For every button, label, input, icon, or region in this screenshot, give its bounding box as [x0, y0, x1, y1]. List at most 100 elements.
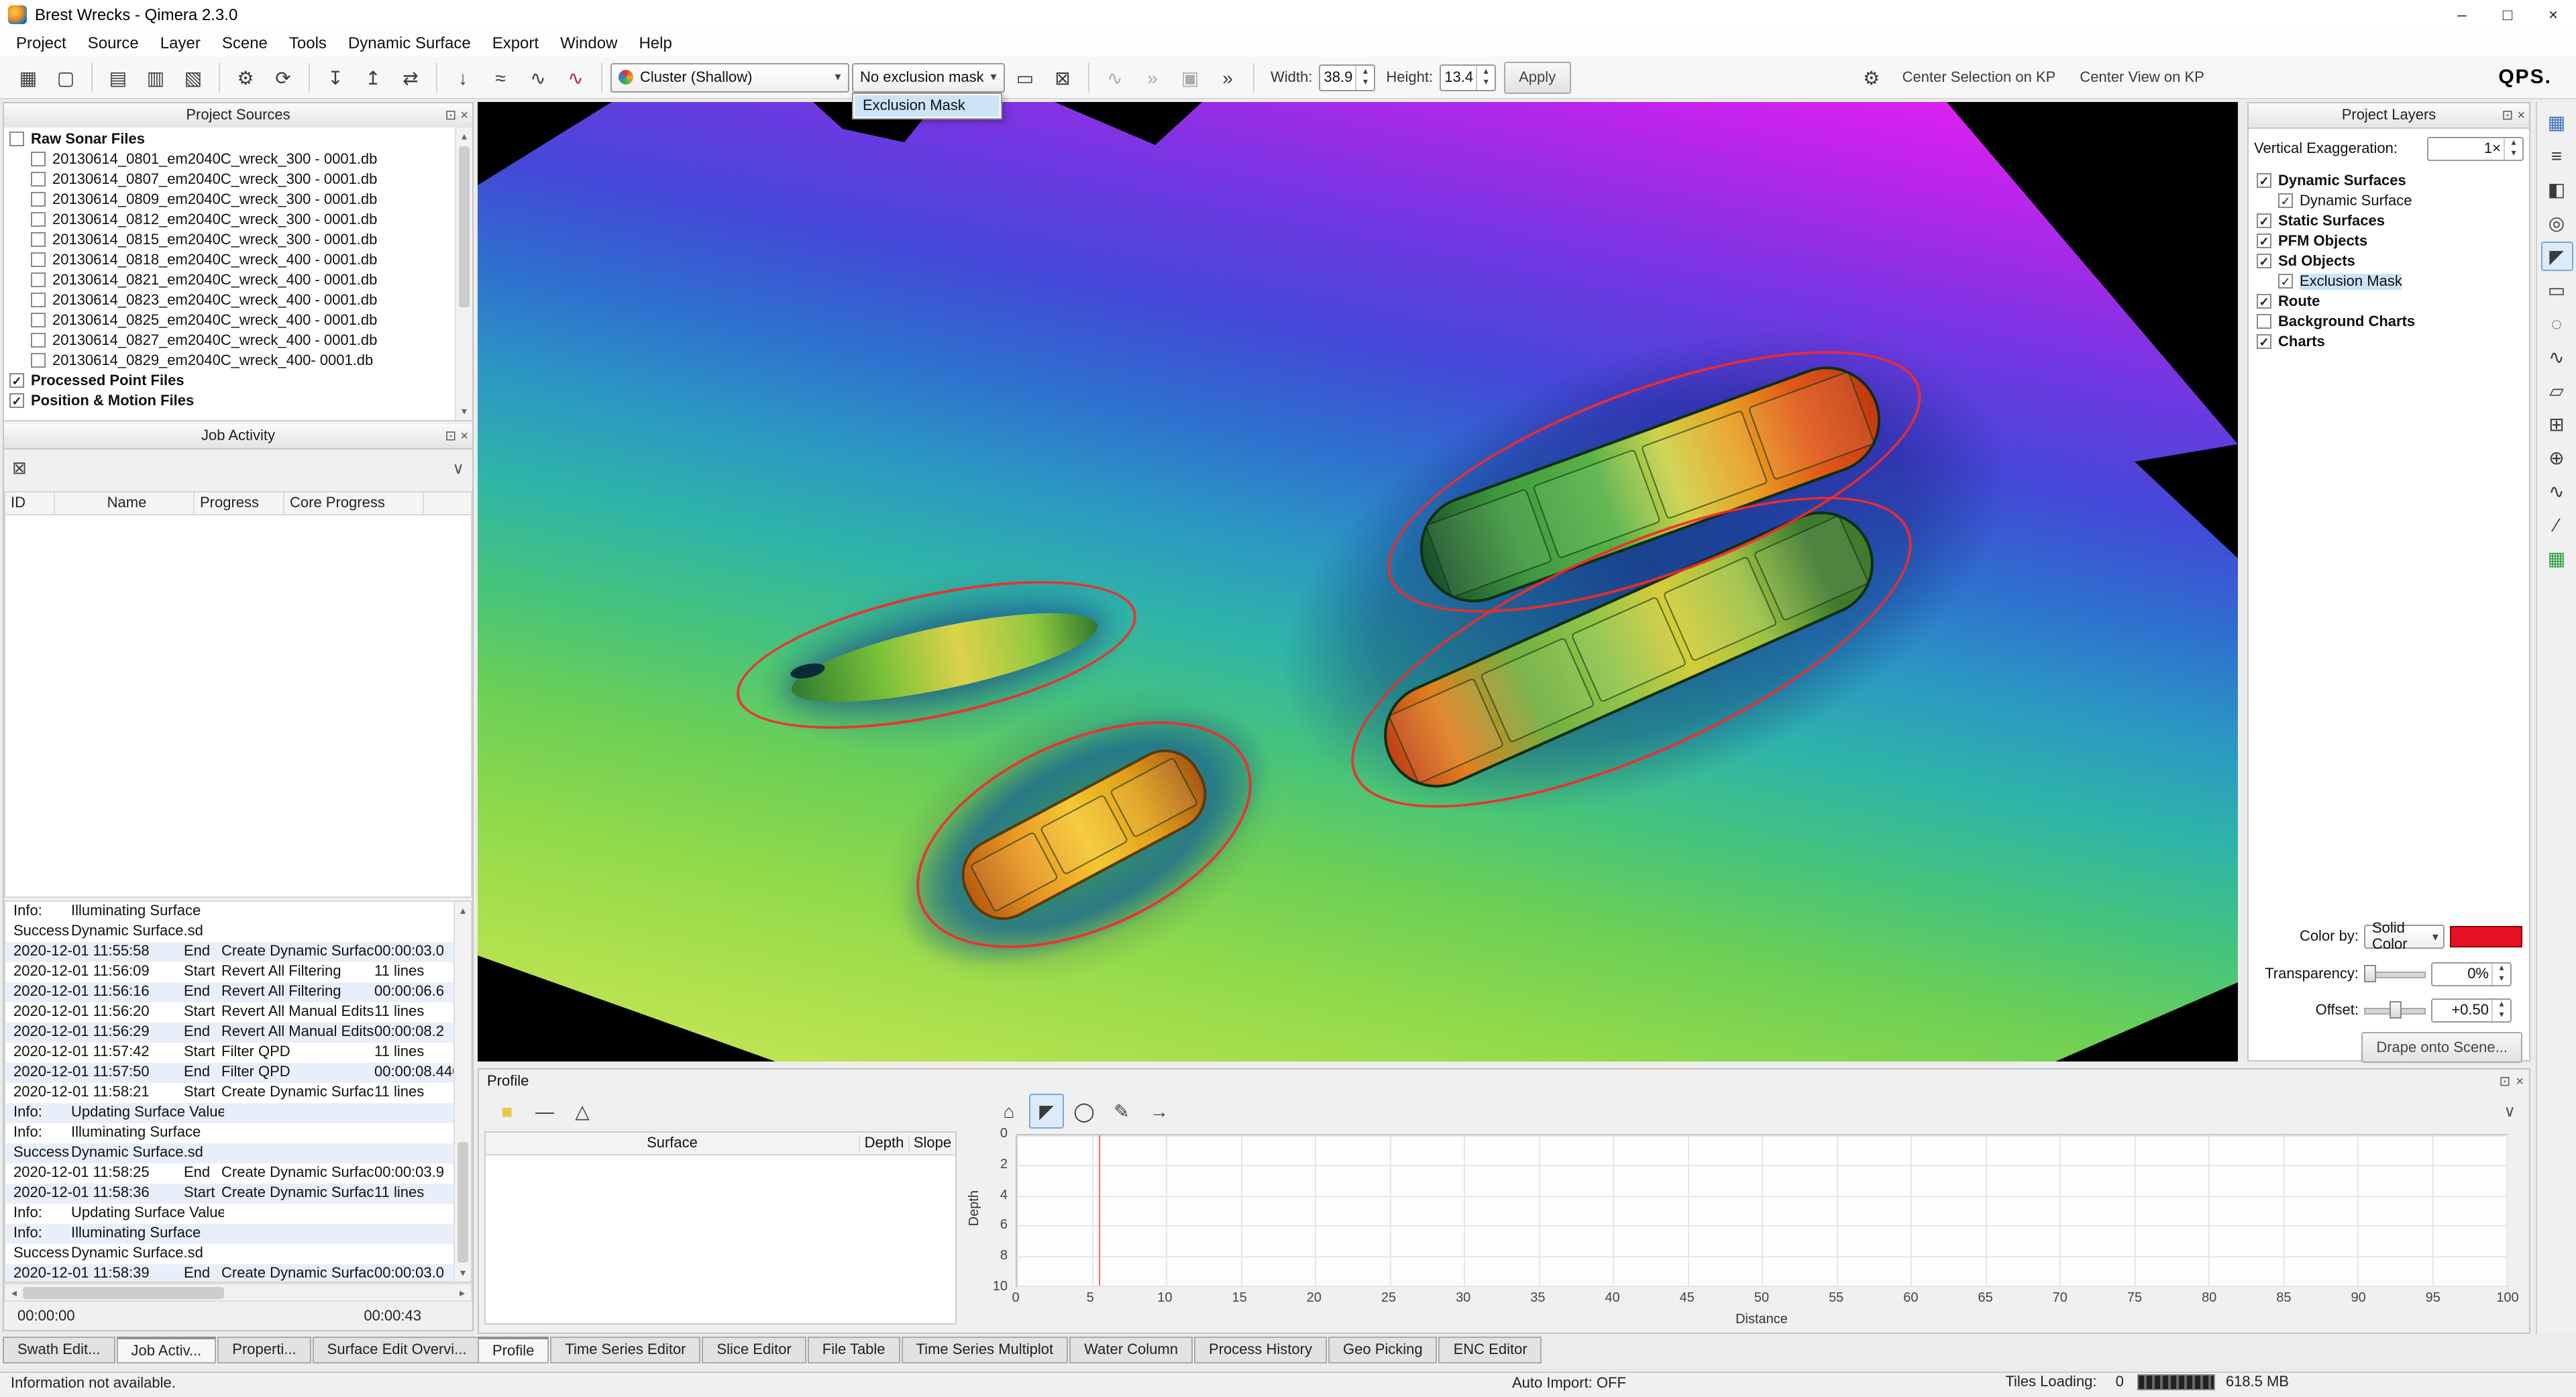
width-spinner[interactable]: 38.9 ▴▾	[1319, 64, 1375, 91]
select-rectangle-icon[interactable]: ▭	[2540, 275, 2573, 305]
source-item[interactable]: 20130614_0812_em2040C_wreck_300 - 0001.d…	[4, 209, 472, 229]
layer-item[interactable]: ✓Dynamic Surfaces	[2251, 170, 2526, 191]
spin-down-icon[interactable]: ▾	[1477, 77, 1495, 88]
scroll-up-icon[interactable]: ▴	[455, 902, 471, 919]
layers-view-icon[interactable]: ≡	[2540, 141, 2573, 170]
snapshot-icon[interactable]: ▣	[1173, 60, 1208, 95]
marker-style-icon[interactable]: △	[565, 1094, 600, 1129]
checkbox[interactable]	[31, 333, 46, 348]
processing-settings-gear-icon[interactable]: ⚙	[228, 60, 263, 95]
filter-icon[interactable]: ∿	[558, 60, 593, 95]
vertical-exaggeration-spinner[interactable]: 1× ▴▾	[2427, 137, 2524, 161]
tab-swath-edit-[interactable]: Swath Edit...	[3, 1337, 115, 1363]
tab-profile[interactable]: Profile	[478, 1337, 549, 1363]
tab-time-series-editor[interactable]: Time Series Editor	[550, 1337, 700, 1363]
checkbox[interactable]: ✓	[2257, 294, 2271, 309]
checkbox[interactable]: ✓	[2257, 173, 2271, 188]
menu-project[interactable]: Project	[5, 31, 77, 55]
checkbox[interactable]	[31, 212, 46, 227]
checkbox[interactable]	[31, 293, 46, 307]
cluster-combobox[interactable]: Cluster (Shallow) ▾	[610, 62, 849, 92]
select-lasso-icon[interactable]: ∿	[2540, 342, 2573, 372]
source-item[interactable]: 20130614_0829_em2040C_wreck_400- 0001.db	[4, 350, 472, 370]
checkbox[interactable]	[31, 192, 46, 207]
profile-line-icon[interactable]: ∿	[1097, 60, 1132, 95]
checkbox[interactable]	[2257, 314, 2271, 329]
dropdown-item-exclusion-mask[interactable]: Exclusion Mask	[855, 95, 1000, 116]
source-item[interactable]: 20130614_0809_em2040C_wreck_300 - 0001.d…	[4, 189, 472, 209]
sound-velocity-icon[interactable]: ∿	[521, 60, 555, 95]
checkbox[interactable]: ✓	[2257, 254, 2271, 268]
tab-surface-edit-overvi-[interactable]: Surface Edit Overvi...	[313, 1337, 482, 1363]
export-up-icon[interactable]: ↥	[356, 60, 390, 95]
close-panel-icon[interactable]: ×	[460, 429, 468, 444]
source-item[interactable]: 20130614_0823_em2040C_wreck_400 - 0001.d…	[4, 290, 472, 310]
collapse-jobs-icon[interactable]: ∨	[452, 459, 464, 478]
checkbox[interactable]	[31, 272, 46, 287]
spin-up-icon[interactable]: ▴	[1356, 66, 1374, 77]
layer-item[interactable]: ✓Static Surfaces	[2251, 211, 2526, 231]
checkbox[interactable]	[31, 172, 46, 187]
tab-job-activ-[interactable]: Job Activ...	[117, 1337, 217, 1363]
maximize-button[interactable]: □	[2485, 0, 2530, 30]
layer-item[interactable]: ✓Sd Objects	[2251, 251, 2526, 271]
tab-properti-[interactable]: Properti...	[217, 1337, 311, 1363]
layer-item[interactable]: ✓Route	[2251, 291, 2526, 311]
line-style-icon[interactable]: —	[527, 1094, 562, 1129]
edit-tool-icon[interactable]: ✎	[1104, 1094, 1139, 1129]
zoom-tool-icon[interactable]: ◯	[1067, 1094, 1102, 1129]
tab-slice-editor[interactable]: Slice Editor	[702, 1337, 806, 1363]
transfer-icon[interactable]: ⇄	[393, 60, 428, 95]
transparency-slider[interactable]	[2364, 964, 2426, 985]
zoom-window-icon[interactable]: ▢	[48, 60, 83, 95]
spin-down-icon[interactable]: ▾	[2493, 1011, 2510, 1021]
shading-icon[interactable]: ◧	[2540, 174, 2573, 204]
zoom-extents-icon[interactable]: ▦	[11, 60, 46, 95]
layer-item[interactable]: Background Charts	[2251, 311, 2526, 331]
checkbox[interactable]: ✓	[2257, 234, 2271, 248]
export-down-icon[interactable]: ↧	[318, 60, 353, 95]
checkbox[interactable]	[31, 353, 46, 368]
offset-spinner[interactable]: +0.50 ▴▾	[2431, 998, 2512, 1023]
close-panel-icon[interactable]: ×	[2517, 108, 2525, 123]
layer-item[interactable]: ✓PFM Objects	[2251, 231, 2526, 251]
apply-button[interactable]: Apply	[1504, 61, 1570, 93]
profile-color-swatch-icon[interactable]: ■	[490, 1094, 525, 1129]
source-item[interactable]: Raw Sonar Files	[4, 129, 472, 149]
solid-color-swatch[interactable]	[2450, 926, 2522, 947]
profile-overflow-chevron[interactable]: »	[1135, 60, 1170, 95]
checkbox[interactable]: ✓	[2257, 213, 2271, 228]
tab-time-series-multiplot[interactable]: Time Series Multiplot	[902, 1337, 1069, 1363]
globe-icon[interactable]: ⊕	[2540, 443, 2573, 472]
log-scrollbar[interactable]: ▴ ▾	[453, 902, 471, 1282]
select-polygon-icon[interactable]: ▱	[2540, 376, 2573, 405]
add-processed-points-icon[interactable]: ▥	[138, 60, 173, 95]
select-circle-icon[interactable]: ◌	[2540, 309, 2573, 338]
svp-probe-icon[interactable]: ↓	[445, 60, 480, 95]
spin-up-icon[interactable]: ▴	[2493, 964, 2510, 974]
tab-process-history[interactable]: Process History	[1194, 1337, 1327, 1363]
layer-item[interactable]: ✓Dynamic Surface	[2251, 191, 2526, 211]
profile-pick-icon[interactable]: ∿	[2540, 476, 2573, 506]
scene-3d-view[interactable]	[478, 102, 2238, 1062]
source-item[interactable]: ✓Position & Motion Files	[4, 391, 472, 411]
close-panel-icon[interactable]: ×	[2516, 1074, 2524, 1089]
tab-geo-picking[interactable]: Geo Picking	[1328, 1337, 1438, 1363]
layer-item[interactable]: ✓Exclusion Mask	[2251, 271, 2526, 291]
checkbox[interactable]	[31, 232, 46, 247]
scroll-right-icon[interactable]: ▸	[453, 1286, 471, 1298]
transparency-spinner[interactable]: 0% ▴▾	[2431, 962, 2512, 986]
scroll-down-icon[interactable]: ▾	[456, 403, 472, 420]
selection-clear-icon[interactable]: ⊠	[1045, 60, 1080, 95]
drape-onto-scene-button[interactable]: Drape onto Scene...	[2361, 1032, 2522, 1063]
plot-area[interactable]	[1016, 1134, 2508, 1287]
menu-tools[interactable]: Tools	[278, 31, 337, 55]
grid-pick-icon[interactable]: ⊞	[2540, 409, 2573, 439]
checkbox[interactable]: ✓	[2278, 193, 2293, 208]
checkbox[interactable]: ✓	[9, 393, 24, 408]
source-item[interactable]: 20130614_0801_em2040C_wreck_300 - 0001.d…	[4, 149, 472, 169]
measure-icon[interactable]: ∕	[2540, 510, 2573, 539]
reprocess-icon[interactable]: ⟳	[266, 60, 301, 95]
spin-up-icon[interactable]: ▴	[2505, 138, 2522, 149]
scroll-left-icon[interactable]: ◂	[5, 1286, 23, 1298]
